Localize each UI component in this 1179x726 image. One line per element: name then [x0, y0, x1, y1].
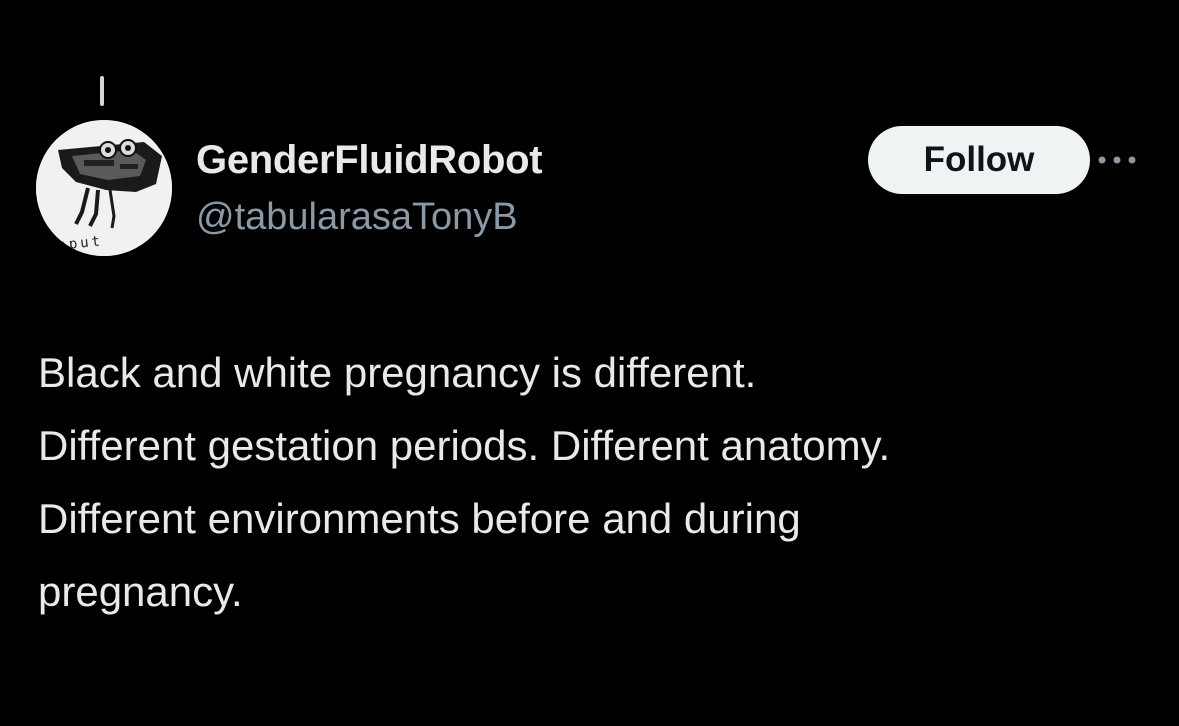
tweet-text-line: Black and white pregnancy is different. — [38, 349, 757, 396]
tweet-text: Black and white pregnancy is different. … — [38, 336, 1148, 628]
thread-connector-line — [100, 76, 104, 106]
avatar[interactable]: input — [36, 120, 172, 256]
author-display-name[interactable]: GenderFluidRobot — [196, 136, 543, 184]
tweet-text-line: Different environments before and during — [38, 495, 801, 542]
robot-avatar-icon: input — [36, 120, 172, 256]
follow-button[interactable]: Follow — [868, 126, 1090, 194]
more-horizontal-icon — [1098, 156, 1136, 164]
author-handle[interactable]: @tabularasaTonyB — [196, 194, 518, 240]
tweet-text-line: pregnancy. — [38, 568, 243, 615]
more-options-button[interactable] — [1095, 146, 1139, 174]
tweet-text-line: Different gestation periods. Different a… — [38, 422, 891, 469]
